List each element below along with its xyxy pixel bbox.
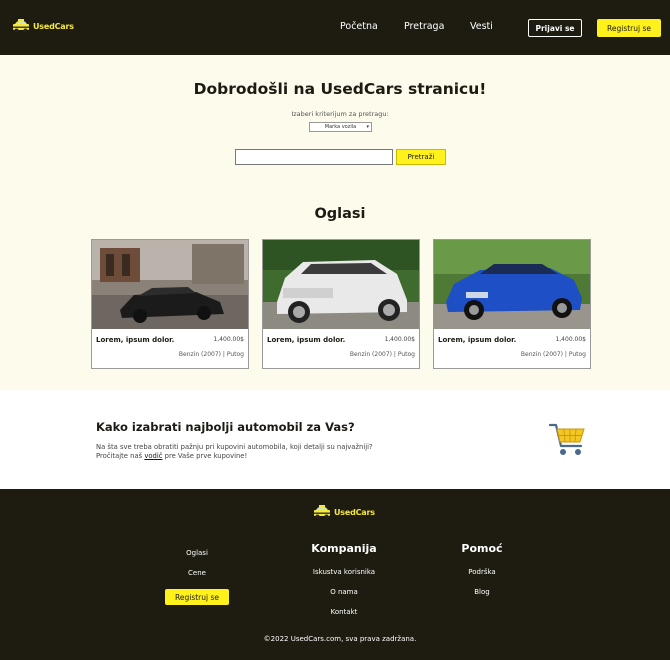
guide-line1: Na šta sve treba obratiti pažnju pri kup… [96,443,373,451]
footer-register-button[interactable]: Registruj se [165,589,229,605]
brand-name: UsedCars [33,21,74,31]
chevron-down-icon: ▾ [366,124,369,130]
taxi-icon [12,19,30,33]
footer-link-support[interactable]: Podrška [442,568,522,576]
footer-help-heading: Pomoć [461,542,503,555]
ads-heading: Oglasi [314,206,366,222]
criteria-label: Izaberi kriterijum za pretragu: [291,110,389,118]
nav-search[interactable]: Pretraga [404,21,444,32]
ad-price: 1,400.00$ [555,336,586,343]
criteria-select[interactable]: Marka vozila ▾ [309,122,372,132]
guide-link[interactable]: vodič [144,452,162,460]
ad-title: Lorem, ipsum dolor. [267,336,346,344]
guide-line2-prefix: Pročitajte naš [96,452,143,460]
page-title: Dobrodošli na UsedCars stranicu! [193,80,487,98]
ad-price: 1,400.00$ [384,336,415,343]
search-button[interactable]: Pretraži [396,149,446,165]
site-footer: UsedCars Oglasi Cene Registruj se Kompan… [0,489,670,660]
register-button[interactable]: Registruj se [597,19,661,37]
guide-title: Kako izabrati najbolji automobil za Vas? [96,420,355,434]
shopping-cart-icon [548,423,585,455]
guide-text: Na šta sve treba obratiti pažnju pri kup… [96,443,396,461]
search-input[interactable] [235,149,393,165]
copyright: ©2022 UsedCars.com, sva prava zadržana. [263,635,417,643]
ad-card[interactable]: Lorem, ipsum dolor. 1,400.00$ Benzin (20… [91,239,249,369]
taxi-icon [313,505,331,519]
footer-company-heading: Kompanija [311,542,377,555]
car-photo [263,240,419,329]
nav-home[interactable]: Početna [340,21,378,32]
brand-logo[interactable]: UsedCars [12,19,74,33]
login-button[interactable]: Prijavi se [528,19,582,37]
car-photo [434,240,590,329]
ad-meta: Benzin (2007) | Putog [178,351,244,358]
footer-link-blog[interactable]: Blog [442,588,522,596]
ad-card[interactable]: Lorem, ipsum dolor. 1,400.00$ Benzin (20… [433,239,591,369]
car-photo [92,240,248,329]
footer-link-about[interactable]: O nama [294,588,394,596]
ad-card[interactable]: Lorem, ipsum dolor. 1,400.00$ Benzin (20… [262,239,420,369]
footer-link-ads[interactable]: Oglasi [165,549,229,557]
ad-price: 1,400.00$ [213,336,244,343]
footer-link-experiences[interactable]: Iskustva korisnika [294,568,394,576]
guide-line2-suffix: pre Vaše prve kupovine! [164,452,248,460]
brand-name: UsedCars [334,507,375,517]
footer-link-contact[interactable]: Kontakt [294,608,394,616]
ad-title: Lorem, ipsum dolor. [438,336,517,344]
guide-section: Kako izabrati najbolji automobil za Vas?… [0,390,670,489]
ad-title: Lorem, ipsum dolor. [96,336,175,344]
criteria-select-value: Marka vozila [324,124,357,130]
site-header: UsedCars Početna Pretraga Vesti Prijavi … [0,0,670,55]
footer-logo[interactable]: UsedCars [313,505,375,519]
nav-news[interactable]: Vesti [470,21,493,32]
ad-meta: Benzin (2007) | Putog [349,351,415,358]
ad-meta: Benzin (2007) | Putog [520,351,586,358]
footer-link-prices[interactable]: Cene [165,569,229,577]
